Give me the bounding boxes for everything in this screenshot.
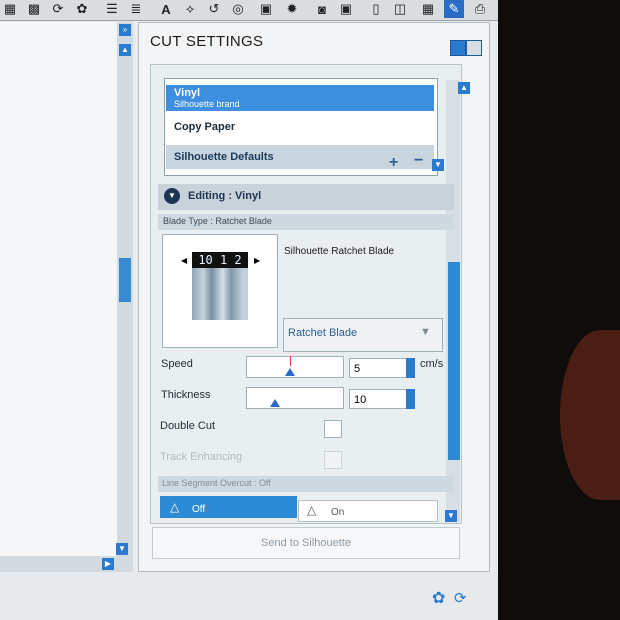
thickness-stepper[interactable] [406, 389, 415, 409]
material-scroll-down-icon[interactable]: ▼ [432, 159, 444, 171]
scroll-down-icon[interactable]: ▼ [116, 543, 128, 555]
drawing-canvas[interactable] [0, 22, 118, 572]
thickness-slider-handle[interactable] [270, 399, 280, 407]
refresh-icon[interactable]: ⟳ [454, 589, 467, 607]
store-icon[interactable]: ▣ [336, 0, 356, 18]
canvas-scrollbar-thumb[interactable] [119, 258, 131, 302]
align-icon[interactable]: ☰ [102, 0, 122, 18]
grid-icon[interactable]: ▩ [24, 0, 44, 18]
replicate-icon[interactable]: ▣ [256, 0, 276, 18]
gear-icon[interactable]: ✿ [72, 0, 92, 18]
speed-unit: cm/s [420, 358, 444, 370]
double-cut-checkbox[interactable] [324, 420, 342, 438]
track-enhancing-checkbox[interactable] [324, 451, 342, 469]
overcut-icon: △ [170, 500, 180, 514]
toolbar: ▦ ▩ ⟳ ✿ ☰ ≣ A ⟡ ↺ ◎ ▣ ✹ ◙ ▣ ▯ ◫ ▦ ✎ ⎙ [0, 0, 498, 21]
expand-up-icon[interactable] [466, 40, 482, 56]
trace-icon[interactable]: ↺ [204, 0, 224, 18]
chevron-down-icon[interactable]: ▼ [420, 326, 431, 338]
monitor-bezel [498, 0, 620, 620]
speed-slider-mark [290, 356, 291, 366]
speed-label: Speed [161, 358, 193, 370]
panel-scroll-up-icon[interactable]: ▲ [458, 82, 470, 94]
speed-stepper[interactable] [406, 358, 415, 378]
scroll-up-icon[interactable]: ▲ [119, 44, 131, 56]
panel-title: CUT SETTINGS [150, 33, 264, 50]
rotate-icon[interactable]: ⟳ [48, 0, 68, 18]
overcut-off-button[interactable]: △ Off [160, 496, 297, 518]
panel-scroll-down-icon[interactable]: ▼ [445, 510, 457, 522]
thickness-input[interactable]: 10 [349, 389, 407, 409]
overcut-icon: △ [307, 503, 317, 517]
blade-prev-icon[interactable]: ◀ [181, 256, 187, 265]
text-icon[interactable]: A [156, 0, 176, 18]
tool-icon[interactable]: ▦ [0, 0, 20, 18]
blade-next-icon[interactable]: ▶ [254, 256, 260, 265]
offset-icon[interactable]: ◎ [228, 0, 248, 18]
settings-gear-icon[interactable]: ✿ [432, 588, 445, 608]
send-to-silhouette-button[interactable]: Send to Silhouette [152, 527, 460, 559]
node-icon[interactable]: ⟡ [180, 0, 200, 18]
overcut-on-button[interactable]: △ On [298, 500, 438, 522]
blade-image [192, 268, 248, 320]
modify-icon[interactable]: ✹ [282, 0, 302, 18]
blade-select-value: Ratchet Blade [288, 327, 358, 339]
remove-material-icon[interactable]: − [414, 152, 423, 170]
editing-title: Editing : Vinyl [188, 190, 262, 202]
blade-name: Silhouette Ratchet Blade [284, 246, 395, 257]
thickness-slider[interactable] [246, 387, 344, 409]
scroll-right-icon[interactable]: ▶ [102, 558, 114, 570]
thickness-label: Thickness [161, 389, 211, 401]
material-item-vinyl[interactable]: Vinyl Silhouette brand [166, 85, 434, 111]
list-icon[interactable]: ≣ [126, 0, 146, 18]
cut-settings-icon[interactable]: ✎ [444, 0, 464, 18]
overcut-label: Line Segment Overcut : Off [162, 478, 271, 488]
collapse-up-icon[interactable] [450, 40, 466, 56]
material-item-copy-paper[interactable]: Copy Paper [166, 117, 434, 139]
screen: ▦ ▩ ⟳ ✿ ☰ ≣ A ⟡ ↺ ◎ ▣ ✹ ◙ ▣ ▯ ◫ ▦ ✎ ⎙ » … [0, 0, 498, 620]
speed-slider[interactable] [246, 356, 344, 378]
horizontal-scrollbar[interactable] [0, 556, 117, 572]
page-icon[interactable]: ▯ [366, 0, 386, 18]
add-material-icon[interactable]: + [389, 154, 398, 172]
collapse-panel-icon[interactable]: » [119, 24, 131, 36]
speed-input[interactable]: 5 [349, 358, 407, 378]
panel-scrollbar-thumb[interactable] [448, 262, 460, 460]
send-icon[interactable]: ⎙ [470, 0, 490, 18]
chevron-down-icon[interactable]: ▼ [164, 188, 180, 204]
library-icon[interactable]: ◙ [312, 0, 332, 18]
track-enhancing-label: Track Enhancing [160, 451, 243, 463]
double-cut-label: Double Cut [160, 420, 216, 432]
status-area [0, 572, 498, 620]
blade-number-display: 10 1 2 [192, 252, 248, 268]
speed-slider-handle[interactable] [285, 368, 295, 376]
registration-icon[interactable]: ◫ [390, 0, 410, 18]
blade-type-label: Blade Type : Ratchet Blade [163, 216, 272, 226]
grid-settings-icon[interactable]: ▦ [418, 0, 438, 18]
